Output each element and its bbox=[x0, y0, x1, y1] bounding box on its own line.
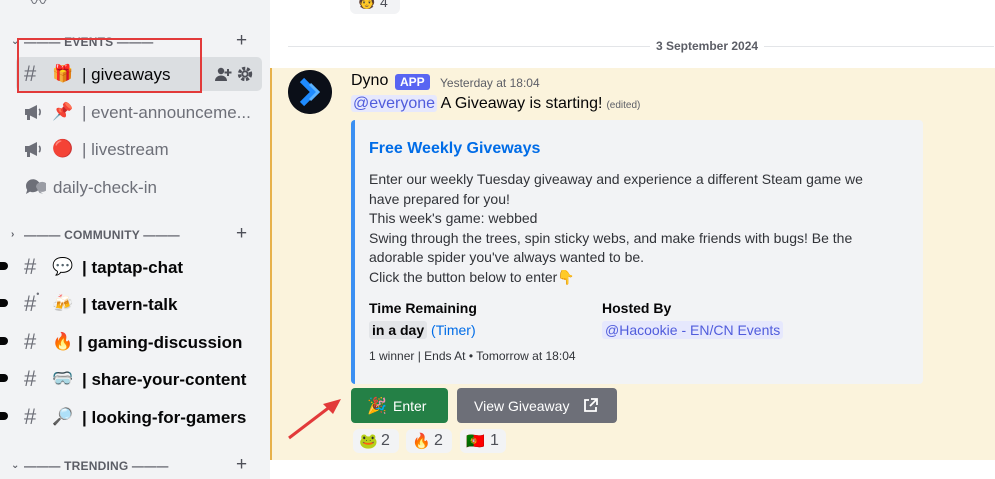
edited-label: (edited) bbox=[606, 100, 641, 111]
reaction-count: 2 bbox=[381, 432, 390, 449]
message-text: A Giveaway is starting! bbox=[437, 95, 603, 112]
channel-emoji: 🍻 bbox=[52, 294, 74, 313]
channel-label: daily-check-in bbox=[53, 178, 157, 197]
embed-desc-line: Enter our weekly Tuesday giveaway and ex… bbox=[369, 171, 863, 187]
category-label: ——— TRENDING ——— bbox=[24, 459, 169, 473]
channel-label: | share-your-content bbox=[82, 370, 247, 389]
dyno-logo-icon bbox=[288, 70, 332, 114]
channel-looking-for-gamers[interactable]: # 🔎 | looking-for-gamers bbox=[0, 400, 262, 434]
unread-indicator bbox=[0, 337, 8, 345]
reaction-emoji: 🐸 bbox=[359, 433, 378, 450]
field-hosted-by-name: Hosted By bbox=[602, 300, 672, 316]
embed-desc-line: have prepared for you! bbox=[369, 190, 510, 207]
channel-tavern-talk[interactable]: #• 🍻 | tavern-talk bbox=[0, 287, 262, 321]
message-highlighted: Dyno APP Yesterday at 18:04 @everyone A … bbox=[270, 68, 995, 460]
add-channel-icon[interactable]: + bbox=[236, 454, 247, 476]
external-link-icon bbox=[584, 398, 598, 412]
hash-icon: # bbox=[24, 404, 37, 429]
mention-everyone[interactable]: @everyone bbox=[351, 95, 438, 112]
hash-icon: # bbox=[24, 329, 37, 354]
channel-emoji: 🔎 bbox=[52, 407, 74, 426]
embed-desc-line: Click the button below to enter👇 bbox=[369, 268, 575, 285]
host-mention[interactable]: @Hacookie - EN/CN Events bbox=[602, 321, 784, 339]
date-divider bbox=[288, 46, 994, 47]
channel-gaming-discussion[interactable]: # 🔥 | gaming-discussion bbox=[0, 325, 262, 359]
reaction-chip[interactable]: 🔥 2 bbox=[406, 429, 452, 453]
channel-share-your-content[interactable]: # 🥽 | share-your-content bbox=[0, 362, 262, 396]
embed-desc-line: adorable spider you've always wanted to … bbox=[369, 249, 645, 266]
channel-daily-check-in[interactable]: daily-check-in bbox=[16, 170, 262, 204]
unread-indicator bbox=[0, 374, 8, 382]
add-channel-icon[interactable]: + bbox=[236, 30, 247, 52]
annotation-highlight-box bbox=[17, 38, 202, 93]
reaction-chip[interactable]: 🐸 2 bbox=[353, 429, 399, 453]
reaction-count: 1 bbox=[490, 432, 499, 449]
field-time-remaining-name: Time Remaining bbox=[369, 300, 477, 316]
reaction-chip[interactable]: 🇵🇹 1 bbox=[460, 429, 506, 453]
message-timestamp: Yesterday at 18:04 bbox=[440, 76, 540, 90]
gear-icon[interactable] bbox=[236, 65, 254, 83]
reaction-count: 2 bbox=[434, 432, 443, 449]
timer-link[interactable]: (Timer) bbox=[431, 322, 476, 338]
channel-emoji: 💬 bbox=[52, 257, 74, 276]
author-name[interactable]: Dyno bbox=[351, 72, 388, 90]
enter-giveaway-button[interactable]: 🎉 Enter bbox=[351, 388, 448, 423]
category-trending[interactable]: ⌄ ——— TRENDING ——— + bbox=[0, 454, 270, 477]
channel-sidebar: 〰︎ ⌄ ——— EVENTS ——— + # 🎁 | giveaways 📌 … bbox=[0, 0, 270, 479]
unread-indicator bbox=[0, 412, 8, 420]
add-channel-icon[interactable]: + bbox=[236, 223, 247, 245]
giveaway-embed: Free Weekly Giveways Enter our weekly Tu… bbox=[351, 120, 923, 384]
channel-label: | gaming-discussion bbox=[78, 333, 243, 352]
forum-icon bbox=[25, 179, 46, 194]
view-giveaway-button[interactable]: View Giveaway bbox=[457, 388, 617, 423]
invite-user-icon[interactable] bbox=[214, 66, 232, 82]
embed-desc-line: This week's game: webbed bbox=[369, 210, 538, 227]
embed-footer: 1 winner | Ends At • Tomorrow at 18:04 bbox=[369, 349, 576, 363]
category-community[interactable]: › ——— COMMUNITY ——— + bbox=[0, 223, 270, 246]
channel-label: | looking-for-gamers bbox=[82, 408, 247, 427]
channel-emoji: 🥽 bbox=[52, 369, 74, 388]
channel-event-announcements[interactable]: 📌 | event-announceme... bbox=[16, 95, 262, 129]
chevron-right-icon: › bbox=[11, 229, 15, 240]
field-time-remaining-value: in a day (Timer) bbox=[369, 321, 476, 339]
category-label: ——— COMMUNITY ——— bbox=[24, 228, 180, 242]
reaction-emoji: 🔥 bbox=[412, 433, 431, 450]
unread-indicator bbox=[0, 299, 8, 307]
chat-area: 🧑 4 3 September 2024 Dyno APP Yesterday … bbox=[270, 0, 995, 479]
embed-desc-line: Swing through the trees, spin sticky web… bbox=[369, 229, 853, 246]
annotation-arrow-icon bbox=[288, 399, 341, 440]
chevron-down-icon: ⌄ bbox=[11, 460, 20, 471]
message-content: @everyone A Giveaway is starting! (edited… bbox=[351, 95, 640, 117]
field-hosted-by-value: @Hacookie - EN/CN Events bbox=[602, 321, 784, 339]
channel-label: | tavern-talk bbox=[82, 295, 178, 314]
partial-channel-row: 〰︎ bbox=[30, 0, 47, 12]
channel-emoji: 🔴 bbox=[52, 139, 74, 158]
channel-emoji: 🔥 bbox=[52, 332, 74, 351]
party-popper-icon: 🎉 bbox=[367, 398, 387, 415]
channel-label: | livestream bbox=[82, 140, 169, 159]
embed-description: Enter our weekly Tuesday giveaway and ex… bbox=[369, 170, 899, 288]
hash-icon: # bbox=[24, 254, 37, 279]
time-remaining-code: in a day bbox=[369, 321, 428, 339]
hash-icon: # bbox=[24, 366, 37, 391]
enter-button-label: Enter bbox=[393, 398, 427, 414]
channel-taptap-chat[interactable]: # 💬 | taptap-chat bbox=[0, 250, 262, 284]
channel-livestream[interactable]: 🔴 | livestream bbox=[16, 132, 262, 166]
channel-emoji: 📌 bbox=[52, 102, 74, 121]
view-button-label: View Giveaway bbox=[474, 398, 570, 414]
reaction-emoji: 🇵🇹 bbox=[466, 433, 485, 450]
date-divider-label: 3 September 2024 bbox=[650, 39, 765, 53]
reaction-chip[interactable]: 🧑 4 bbox=[350, 0, 400, 14]
channel-label: | event-announceme... bbox=[82, 103, 251, 122]
avatar-emoji-icon: 🧑 bbox=[358, 0, 376, 9]
hash-with-dot-icon: #• bbox=[24, 288, 40, 316]
reaction-count: 4 bbox=[380, 0, 388, 10]
channel-label: | taptap-chat bbox=[82, 258, 184, 277]
avatar[interactable] bbox=[288, 70, 332, 114]
embed-title[interactable]: Free Weekly Giveways bbox=[369, 140, 540, 158]
app-badge: APP bbox=[395, 74, 430, 90]
unread-indicator bbox=[0, 262, 8, 270]
